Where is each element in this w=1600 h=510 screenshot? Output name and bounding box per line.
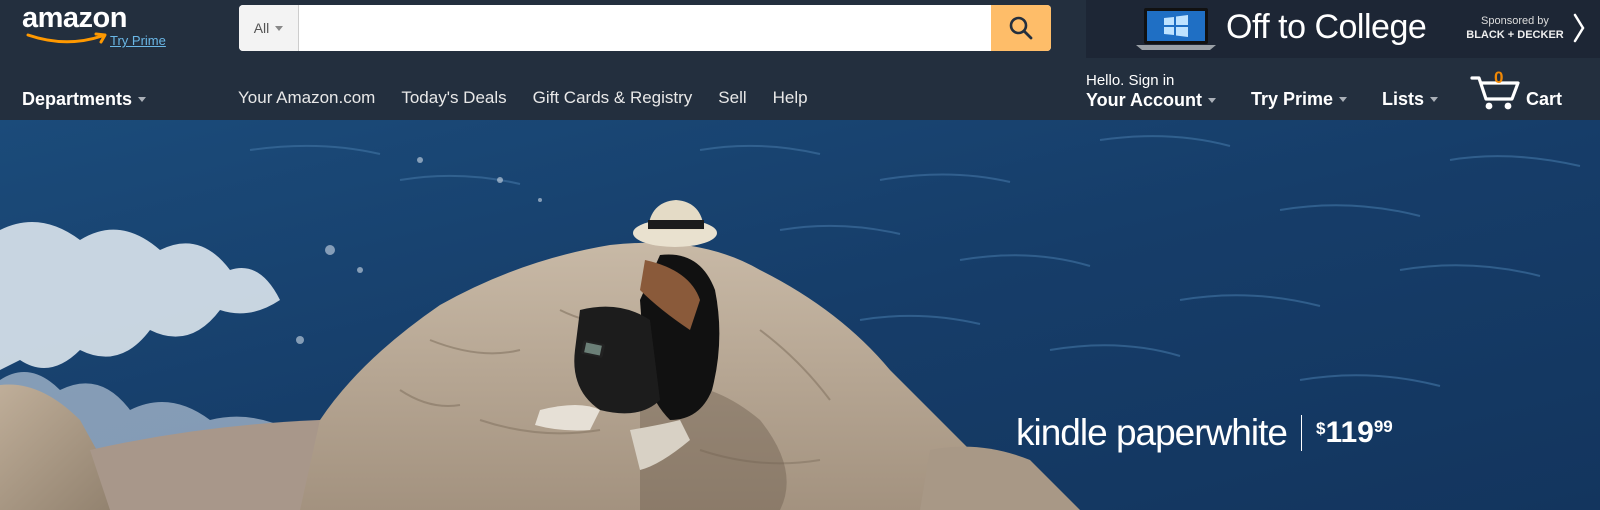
price-symbol: $ [1315, 419, 1326, 438]
top-bar: amazon Try Prime All Off to College Spon… [0, 0, 1600, 58]
try-prime-label: Try Prime [1251, 89, 1334, 109]
nav-link-todays-deals[interactable]: Today's Deals [401, 88, 506, 108]
smile-arrow-icon [26, 32, 107, 44]
search-bar: All [239, 5, 1051, 51]
cart-button[interactable]: 0 Cart [1470, 68, 1580, 116]
caret-down-icon [138, 97, 147, 102]
lists-label: Lists [1382, 89, 1425, 109]
promo-sponsor: Sponsored by BLACK + DECKER [1460, 14, 1570, 42]
nav-link-help[interactable]: Help [773, 88, 808, 108]
nav-link-gift-cards[interactable]: Gift Cards & Registry [533, 88, 693, 108]
logo-wordmark: amazon [22, 2, 127, 34]
cart-label: Cart [1526, 89, 1563, 109]
search-category-label: All [253, 20, 270, 36]
caret-down-icon [275, 25, 284, 31]
nav-link-sell[interactable]: Sell [718, 88, 746, 108]
promo-title: Off to College [1226, 8, 1427, 46]
account-menu[interactable]: Hello. Sign in Your Account [1086, 72, 1216, 111]
product-price: $ 119 99 [1316, 416, 1393, 450]
caret-down-icon [1339, 97, 1348, 102]
search-icon [1009, 16, 1033, 40]
nav-link-your-amazon[interactable]: Your Amazon.com [238, 88, 375, 108]
product-name: kindle paperwhite [1016, 412, 1288, 453]
price-cents: 99 [1373, 417, 1393, 436]
nav-links: Your Amazon.com Today's Deals Gift Cards… [238, 88, 834, 108]
amazon-logo[interactable]: amazon Try Prime [22, 2, 182, 52]
hero-product-info[interactable]: kindle paperwhite $ 119 99 [1016, 412, 1393, 454]
try-prime-link[interactable]: Try Prime [110, 33, 166, 48]
sponsor-name: BLACK + DECKER [1466, 29, 1564, 41]
search-input[interactable] [299, 5, 991, 51]
product-divider [1300, 415, 1302, 451]
account-label: Your Account [1086, 90, 1202, 110]
nav-bar: Departments Your Amazon.com Today's Deal… [0, 58, 1600, 120]
account-greeting: Hello. Sign in [1086, 72, 1175, 89]
price-dollars: 119 [1325, 416, 1374, 449]
promo-banner[interactable]: Off to College Sponsored by BLACK + DECK… [1086, 0, 1600, 58]
search-category-dropdown[interactable]: All [239, 5, 299, 51]
departments-label: Departments [22, 89, 133, 109]
sponsored-label: Sponsored by [1481, 15, 1549, 27]
cart-count: 0 [1494, 68, 1504, 87]
laptop-icon [1136, 8, 1216, 50]
search-button[interactable] [991, 5, 1051, 51]
caret-down-icon [1430, 97, 1439, 102]
lists-menu[interactable]: Lists [1382, 89, 1439, 110]
departments-menu[interactable]: Departments [22, 89, 147, 110]
hero-banner[interactable]: kindle paperwhite $ 119 99 [0, 120, 1600, 510]
account-label-row: Your Account [1086, 90, 1216, 111]
chevron-right-icon[interactable] [1572, 12, 1586, 44]
caret-down-icon [1208, 98, 1216, 103]
try-prime-menu[interactable]: Try Prime [1251, 89, 1348, 110]
